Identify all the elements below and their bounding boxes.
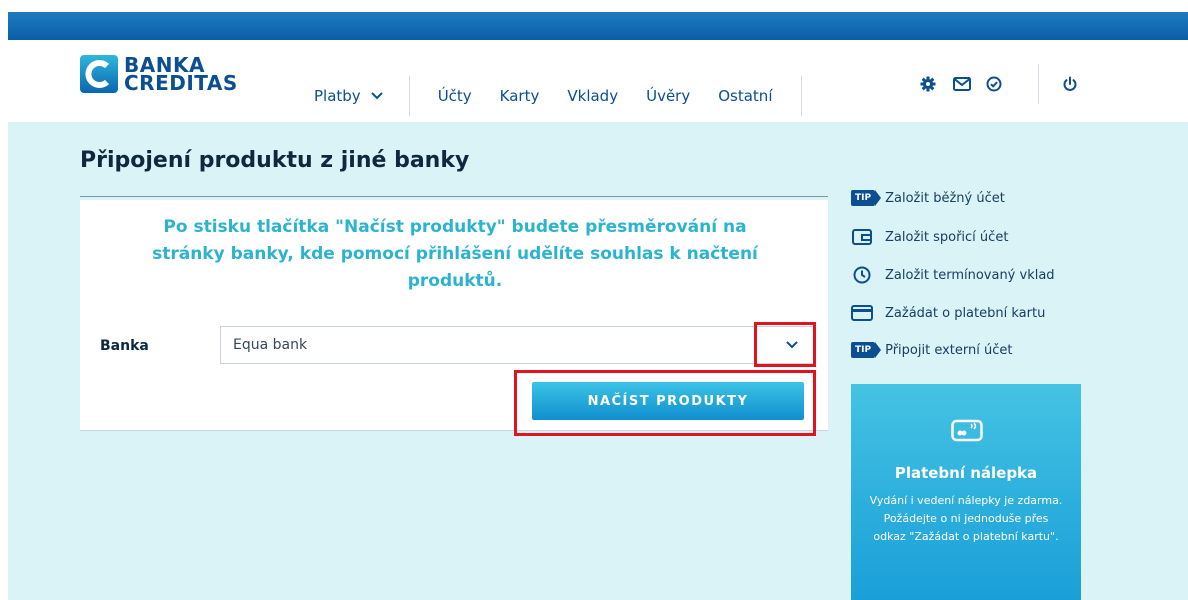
logo[interactable]: BANKA CREDITAS bbox=[80, 54, 238, 94]
check-circle-icon[interactable] bbox=[984, 74, 1004, 94]
promo-title: Platební nálepka bbox=[894, 464, 1038, 482]
top-bar bbox=[8, 12, 1188, 40]
nav-item-ucty[interactable]: Účty bbox=[438, 87, 472, 105]
nav-label-platby: Platby bbox=[314, 87, 361, 105]
chevron-down-icon bbox=[370, 92, 383, 100]
page-title: Připojení produktu z jiné banky bbox=[80, 148, 470, 173]
title-divider bbox=[80, 196, 828, 197]
nav-item-uvery[interactable]: Úvěry bbox=[646, 87, 690, 105]
clock-icon bbox=[851, 266, 873, 284]
power-icon[interactable] bbox=[1060, 74, 1080, 94]
sidebar-item-label: Založit spořicí účet bbox=[885, 229, 1009, 245]
sidebar-item-label: Založit termínovaný vklad bbox=[885, 267, 1055, 283]
nav-item-platby[interactable]: Platby bbox=[314, 87, 383, 105]
tip-badge-icon: TIP bbox=[851, 190, 882, 206]
wallet-icon bbox=[851, 228, 873, 246]
sidebar-item-platebni-karta[interactable]: Zažádat o platební kartu bbox=[851, 304, 1045, 322]
nav-item-karty[interactable]: Karty bbox=[500, 87, 540, 105]
tip-badge-icon: TIP bbox=[851, 342, 882, 358]
nav-label-karty: Karty bbox=[499, 87, 540, 105]
nav-label-ostatni: Ostatní bbox=[718, 87, 773, 105]
intro-text: Po stisku tlačítka "Načíst produkty" bud… bbox=[152, 217, 758, 291]
load-products-button[interactable]: NAČÍST PRODUKTY bbox=[532, 382, 804, 420]
sidebar-item-bezny-ucet[interactable]: TIP Založit běžný účet bbox=[851, 190, 1005, 206]
main-content: Připojení produktu z jiné banky Po stisk… bbox=[8, 122, 1188, 600]
nav-label-ucty: Účty bbox=[437, 87, 472, 105]
connect-card: Po stisku tlačítka "Načíst produkty" bud… bbox=[80, 200, 828, 436]
sidebar-item-terminovany-vklad[interactable]: Založit termínovaný vklad bbox=[851, 266, 1055, 284]
promo-text: Vydání i vedení nálepky je zdarma. Požád… bbox=[869, 494, 1063, 543]
sidebar-item-label: Zažádat o platební kartu bbox=[885, 305, 1046, 321]
bank-select-toggle[interactable] bbox=[770, 327, 814, 363]
nav-divider bbox=[800, 76, 802, 116]
logo-line-2: CREDITAS bbox=[124, 71, 238, 95]
envelope-icon[interactable] bbox=[952, 74, 972, 94]
bank-select[interactable]: Equa bank bbox=[220, 326, 815, 364]
bank-select-value: Equa bank bbox=[233, 337, 308, 353]
main-nav: Platby Účty Karty Vklady Úvěry Ostatní bbox=[314, 76, 802, 116]
nav-label-uvery: Úvěry bbox=[646, 87, 691, 105]
logo-mark-icon bbox=[80, 55, 118, 93]
card-icon bbox=[851, 304, 873, 322]
bank-label: Banka bbox=[100, 338, 149, 354]
header: BANKA CREDITAS Platby Účty Karty Vklady … bbox=[8, 40, 1188, 122]
nav-divider bbox=[408, 76, 410, 116]
nav-item-ostatni[interactable]: Ostatní bbox=[718, 87, 772, 105]
gear-icon[interactable] bbox=[918, 74, 938, 94]
sidebar-item-label: Založit běžný účet bbox=[885, 190, 1005, 206]
logo-text: BANKA CREDITAS bbox=[124, 55, 238, 95]
chevron-down-icon bbox=[786, 341, 798, 349]
sidebar-item-label: Připojit externí účet bbox=[885, 342, 1013, 358]
actions-divider bbox=[1038, 64, 1039, 104]
promo-panel[interactable]: Platební nálepka Vydání i vedení nálepky… bbox=[851, 384, 1081, 600]
nav-item-vklady[interactable]: Vklady bbox=[567, 87, 618, 105]
sidebar-item-externi-ucet[interactable]: TIP Připojit externí účet bbox=[851, 342, 1012, 358]
payment-sticker-icon bbox=[951, 419, 983, 442]
sidebar-item-sporici-ucet[interactable]: Založit spořicí účet bbox=[851, 228, 1008, 246]
nav-label-vklady: Vklady bbox=[567, 87, 619, 105]
